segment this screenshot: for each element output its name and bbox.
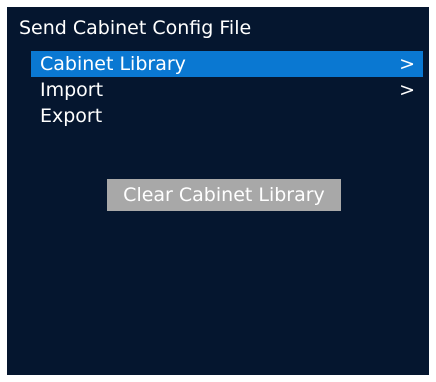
menu-item-label: Import (40, 79, 104, 101)
menu-item-export[interactable]: Export (31, 103, 423, 129)
menu-item-cabinet-library[interactable]: Cabinet Library > (31, 51, 423, 77)
menu-item-label: Export (40, 105, 103, 127)
page-title: Send Cabinet Config File (19, 17, 252, 39)
chevron-right-icon: > (399, 53, 415, 75)
config-menu: Cabinet Library > Import > Export (31, 51, 423, 129)
clear-cabinet-library-button[interactable]: Clear Cabinet Library (107, 179, 341, 211)
device-screen: Send Cabinet Config File Cabinet Library… (7, 7, 429, 375)
menu-item-label: Cabinet Library (40, 53, 186, 75)
chevron-right-icon: > (399, 79, 415, 101)
menu-item-import[interactable]: Import > (31, 77, 423, 103)
